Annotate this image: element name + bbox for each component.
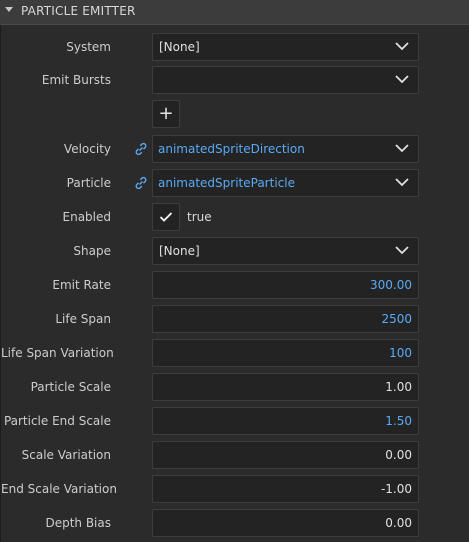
label-shape: Shape: [73, 244, 111, 258]
plus-icon: +: [158, 103, 174, 124]
end-scale-variation-input[interactable]: -1.00: [152, 475, 419, 503]
enabled-value: true: [187, 210, 212, 224]
row-end-scale-variation: End Scale Variation -1.00: [1, 475, 469, 503]
chevron-down-icon: [395, 42, 409, 51]
chevron-down-icon: [395, 178, 409, 187]
end-scale-variation-value: -1.00: [380, 482, 412, 496]
link-icon[interactable]: [134, 142, 148, 156]
label-enabled: Enabled: [62, 210, 112, 224]
row-particle-scale: Particle Scale 1.00: [1, 373, 469, 401]
label-particle-end-scale: Particle End Scale: [3, 414, 111, 428]
label-emit-rate: Emit Rate: [52, 278, 111, 292]
label-particle-scale: Particle Scale: [30, 380, 111, 394]
label-life-span-variation: Life Span Variation: [1, 346, 114, 360]
section-header-particle-emitter[interactable]: PARTICLE EMITTER: [0, 0, 469, 25]
row-scale-variation: Scale Variation 0.00: [1, 441, 469, 469]
checkmark-icon: [159, 212, 173, 222]
scale-variation-input[interactable]: 0.00: [152, 441, 419, 469]
emit-rate-input[interactable]: 300.00: [152, 271, 419, 299]
life-span-value: 2500: [381, 312, 412, 326]
particle-scale-value: 1.00: [385, 380, 412, 394]
depth-bias-value: 0.00: [385, 516, 412, 530]
row-velocity: Velocity animatedSpriteDirection: [1, 135, 469, 163]
label-emit-bursts: Emit Bursts: [41, 73, 111, 87]
label-life-span: Life Span: [55, 312, 111, 326]
chevron-down-icon: [395, 144, 409, 153]
life-span-input[interactable]: 2500: [152, 305, 419, 333]
label-depth-bias: Depth Bias: [45, 516, 111, 530]
velocity-dropdown[interactable]: animatedSpriteDirection: [152, 135, 419, 163]
emit-rate-value: 300.00: [370, 278, 412, 292]
label-velocity: Velocity: [63, 142, 111, 156]
particle-scale-input[interactable]: 1.00: [152, 373, 419, 401]
particle-value: animatedSpriteParticle: [158, 176, 295, 190]
emit-bursts-dropdown[interactable]: [152, 66, 419, 94]
system-value: [None]: [159, 40, 200, 54]
particle-end-scale-value: 1.50: [385, 414, 412, 428]
scale-variation-value: 0.00: [385, 448, 412, 462]
label-end-scale-variation: End Scale Variation: [1, 482, 117, 496]
life-span-variation-input[interactable]: 100: [152, 339, 419, 367]
shape-dropdown[interactable]: [None]: [152, 237, 419, 265]
label-scale-variation: Scale Variation: [21, 448, 111, 462]
chevron-down-icon: [395, 246, 409, 255]
label-system: System: [66, 40, 111, 54]
system-dropdown[interactable]: [None]: [152, 33, 419, 61]
row-emit-rate: Emit Rate 300.00: [1, 271, 469, 299]
row-emit-bursts: Emit Bursts: [1, 66, 469, 94]
enabled-checkbox[interactable]: [152, 203, 180, 231]
shape-value: [None]: [159, 244, 200, 258]
triangle-down-icon[interactable]: [5, 7, 13, 12]
add-burst-button[interactable]: +: [152, 100, 180, 128]
row-depth-bias: Depth Bias 0.00: [1, 509, 469, 537]
depth-bias-input[interactable]: 0.00: [152, 509, 419, 537]
row-shape: Shape [None]: [1, 237, 469, 265]
properties-panel: System [None] Emit Bursts + Velocity ani…: [0, 25, 469, 542]
row-particle: Particle animatedSpriteParticle: [1, 169, 469, 197]
particle-end-scale-input[interactable]: 1.50: [152, 407, 419, 435]
velocity-value: animatedSpriteDirection: [158, 142, 305, 156]
row-enabled: Enabled true: [1, 203, 469, 231]
chevron-down-icon: [395, 75, 409, 84]
row-add-burst: +: [1, 100, 469, 128]
row-life-span: Life Span 2500: [1, 305, 469, 333]
row-particle-end-scale: Particle End Scale 1.50: [1, 407, 469, 435]
row-system: System [None]: [1, 33, 469, 61]
row-life-span-variation: Life Span Variation 100: [1, 339, 469, 367]
particle-dropdown[interactable]: animatedSpriteParticle: [152, 169, 419, 197]
section-title: PARTICLE EMITTER: [21, 4, 136, 18]
life-span-variation-value: 100: [389, 346, 412, 360]
label-particle: Particle: [66, 176, 111, 190]
link-icon[interactable]: [134, 176, 148, 190]
